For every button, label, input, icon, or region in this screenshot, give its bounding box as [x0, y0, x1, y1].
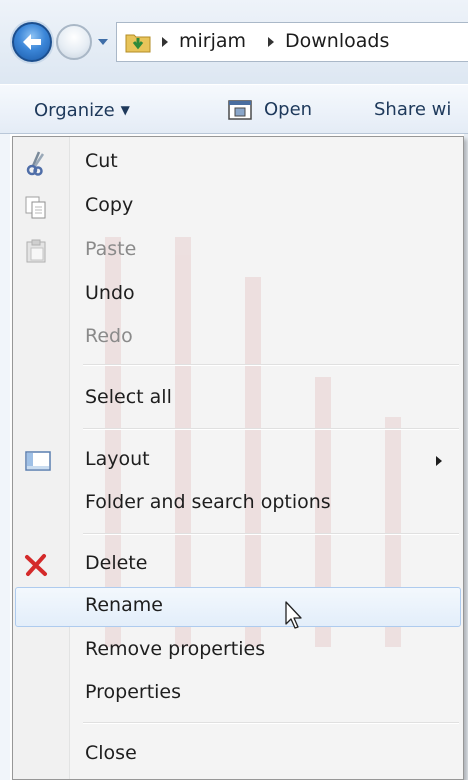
menu-item-label: Layout: [85, 448, 150, 470]
menu-item-label: Redo: [85, 325, 133, 347]
menu-item-folder-options[interactable]: Folder and search options: [15, 484, 461, 524]
breadcrumb-item[interactable]: mirjam: [179, 30, 246, 52]
menu-separator: [83, 722, 459, 724]
file-list-edge: [464, 134, 468, 780]
menu-item-label: Undo: [85, 282, 135, 304]
scissors-icon: [26, 151, 45, 176]
menu-item-label: Close: [85, 742, 137, 764]
breadcrumb[interactable]: mirjam Downloads: [116, 22, 468, 62]
open-icon: [228, 100, 252, 120]
menu-item-label: Copy: [85, 194, 134, 216]
menu-item-layout[interactable]: Layout: [15, 441, 461, 481]
command-bar: Organize ▼ Open Share wi: [0, 84, 468, 134]
menu-item-label: Rename: [85, 594, 163, 616]
forward-button[interactable]: [56, 24, 92, 60]
menu-item-select-all[interactable]: Select all: [15, 379, 461, 419]
menu-item-undo[interactable]: Undo: [15, 275, 461, 315]
open-label: Open: [264, 99, 313, 120]
menu-item-label: Folder and search options: [85, 491, 331, 513]
menu-item-label: Select all: [85, 386, 172, 408]
organize-button[interactable]: Organize ▼: [34, 95, 130, 125]
address-bar: mirjam Downloads: [0, 0, 468, 84]
layout-icon: [25, 451, 51, 471]
menu-item-paste[interactable]: Paste: [15, 231, 461, 271]
back-arrow-icon: [23, 34, 41, 50]
menu-separator: [83, 533, 459, 535]
mouse-cursor-icon: [285, 601, 302, 629]
menu-separator: [83, 364, 459, 366]
menu-item-cut[interactable]: Cut: [15, 143, 461, 183]
navigation-pane: [0, 134, 10, 780]
share-with-button[interactable]: Share wi: [374, 95, 451, 125]
share-label: Share wi: [374, 99, 452, 120]
back-button[interactable]: [12, 22, 52, 62]
menu-item-label: Delete: [85, 552, 148, 574]
submenu-arrow-icon: [436, 456, 442, 466]
menu-item-remove-properties[interactable]: Remove properties: [15, 631, 461, 671]
paste-icon: [26, 239, 46, 263]
breadcrumb-arrow-icon[interactable]: [161, 36, 169, 48]
menu-item-redo[interactable]: Redo: [15, 318, 461, 358]
copy-icon: [25, 196, 46, 219]
downloads-folder-icon: [125, 34, 151, 53]
menu-item-close[interactable]: Close: [15, 735, 461, 775]
menu-item-rename[interactable]: Rename: [15, 587, 461, 627]
history-chevron-icon[interactable]: [96, 36, 110, 48]
menu-item-label: Properties: [85, 681, 182, 703]
menu-item-label: Remove properties: [85, 638, 266, 660]
delete-x-icon: [25, 554, 47, 576]
menu-item-label: Paste: [85, 238, 137, 260]
open-button[interactable]: Open: [228, 95, 312, 125]
breadcrumb-arrow-icon[interactable]: [267, 36, 275, 48]
organize-label: Organize: [34, 100, 115, 121]
menu-separator: [83, 428, 459, 430]
breadcrumb-item[interactable]: Downloads: [285, 30, 389, 52]
menu-item-copy[interactable]: Copy: [15, 187, 461, 227]
organize-menu: Cut Copy Paste Undo Redo Select all Layo…: [12, 136, 464, 780]
menu-item-delete[interactable]: Delete: [15, 545, 461, 585]
menu-item-label: Cut: [85, 150, 118, 172]
menu-item-properties[interactable]: Properties: [15, 674, 461, 714]
dropdown-caret-icon: ▼: [120, 103, 130, 117]
